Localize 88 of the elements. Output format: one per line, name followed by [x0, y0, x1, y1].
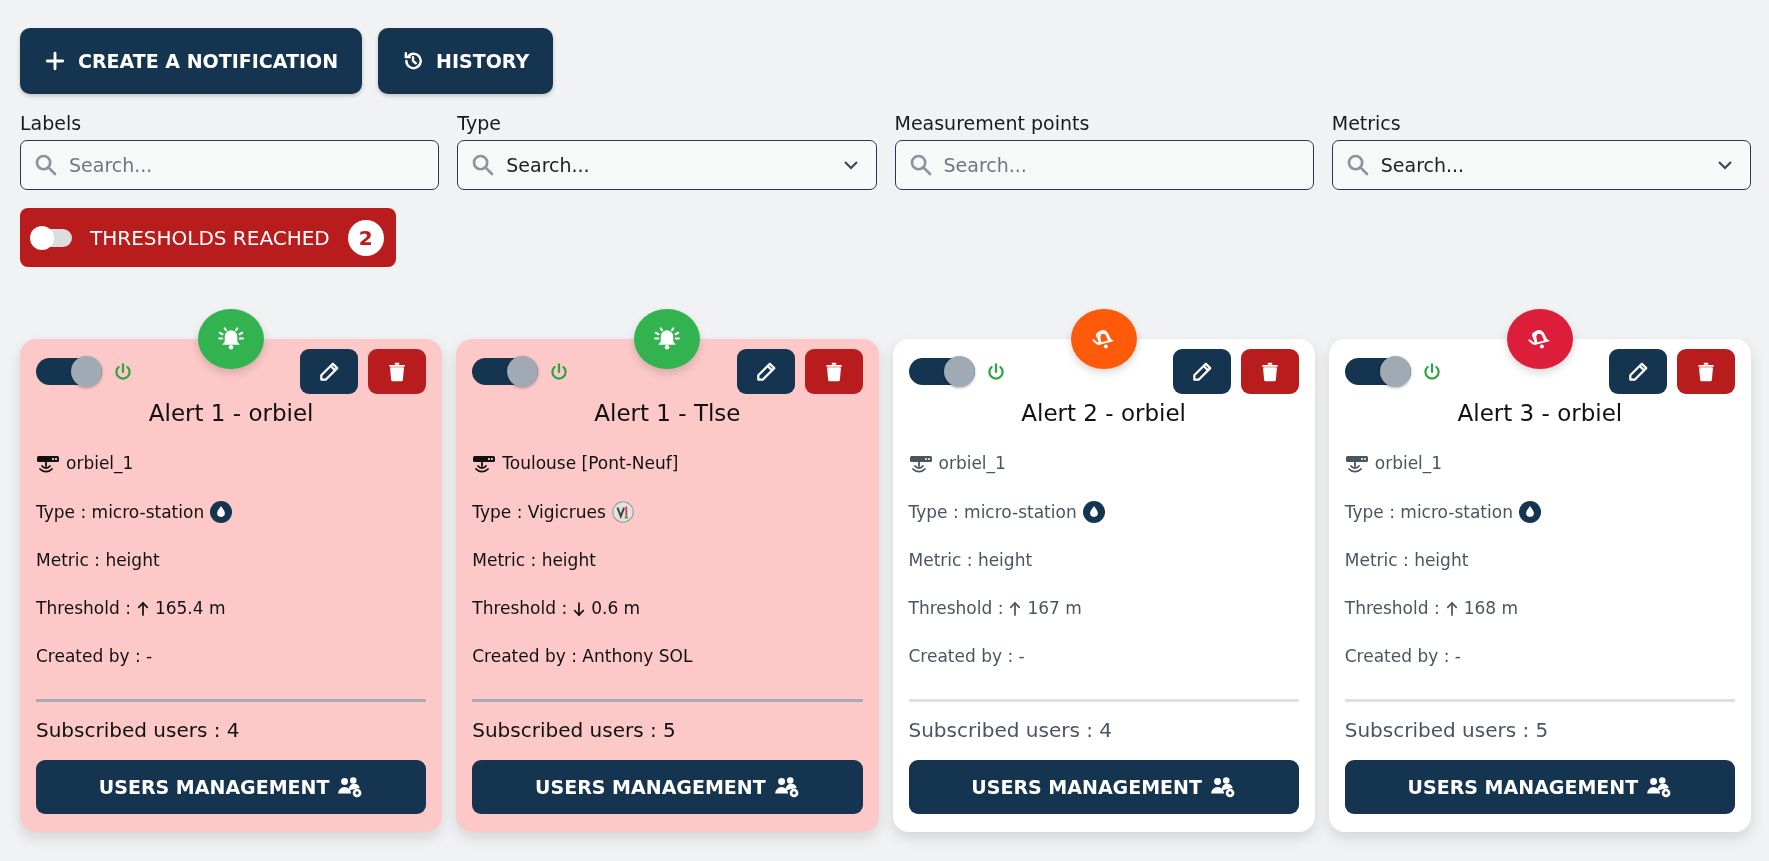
water-drop-icon [1082, 501, 1105, 523]
created-by-text: Created by : Anthony SOL [472, 646, 693, 667]
arrow-up-icon [136, 599, 149, 618]
station-name: Toulouse [Pont-Neuf] [502, 453, 679, 474]
subscribed-users-count: Subscribed users : 5 [1344, 718, 1550, 742]
threshold-label: Threshold : [1344, 598, 1440, 619]
type-text: Type : Vigicrues [472, 501, 606, 523]
search-icon [1345, 153, 1370, 177]
search-field[interactable]: Search... [894, 140, 1314, 190]
alert-title: Alert 1 - orbiel [147, 400, 315, 426]
threshold-label: Threshold : [908, 598, 1004, 619]
metric-text: Metric : height [36, 550, 160, 571]
arrow-up-icon [1009, 599, 1022, 618]
created-by-text: Created by : - [908, 646, 1025, 667]
edit-button[interactable] [1609, 349, 1667, 394]
metric-text: Metric : height [472, 550, 596, 571]
subscribed-users-count: Subscribed users : 4 [36, 718, 241, 742]
filter-label: Measurement points [894, 112, 1091, 134]
enable-toggle[interactable] [36, 358, 102, 385]
arrow-up-icon [1445, 599, 1458, 618]
threshold-value: 0.6 m [591, 598, 641, 619]
threshold-label: Threshold : [472, 598, 568, 619]
threshold-value: 165.4 m [154, 598, 226, 619]
filter-label: Type [457, 112, 502, 134]
metric-text: Metric : height [1344, 550, 1469, 571]
edit-button[interactable] [300, 349, 359, 394]
users-management-button[interactable]: USERS MANAGEMENT [1344, 760, 1735, 814]
arrow-down-icon [573, 599, 586, 618]
metric-text: Metric : height [908, 550, 1033, 571]
pencil-icon [754, 360, 777, 383]
alert-title: Alert 1 - Tlse [593, 400, 742, 426]
search-dropdown[interactable]: Search... [1331, 140, 1751, 190]
threshold-value: 167 m [1027, 598, 1082, 619]
sensor-icon [1344, 453, 1369, 474]
action-button[interactable]: HISTORY [378, 28, 554, 94]
station-name: orbiel_1 [66, 453, 134, 474]
alert-title: Alert 2 - orbiel [1020, 400, 1187, 426]
subscribed-users-count: Subscribed users : 5 [472, 718, 677, 742]
alert-title: Alert 3 - orbiel [1456, 400, 1624, 426]
threshold-label: Threshold : [36, 598, 131, 619]
action-button[interactable]: CREATE A NOTIFICATION [20, 28, 363, 94]
delete-button[interactable] [1240, 349, 1299, 394]
sensor-icon [908, 453, 933, 474]
search-field[interactable]: Search... [20, 140, 440, 190]
filter-label: Labels [20, 112, 83, 134]
delete-button[interactable] [804, 349, 863, 394]
sensor-icon [472, 453, 497, 474]
pencil-icon [318, 360, 341, 383]
enable-toggle[interactable] [472, 358, 539, 385]
users-management-button[interactable]: USERS MANAGEMENT [908, 760, 1299, 814]
users-gear-icon [337, 776, 364, 798]
sensor-icon [36, 453, 60, 474]
users-gear-icon [773, 776, 800, 798]
threshold-value: 168 m [1463, 598, 1519, 619]
history-icon [402, 50, 425, 72]
pencil-icon [1627, 360, 1649, 383]
users-management-button[interactable]: USERS MANAGEMENT [472, 760, 863, 814]
edit-button[interactable] [736, 349, 795, 394]
filter-label: Metrics [1331, 112, 1402, 134]
search-icon [908, 153, 933, 177]
count-badge: 2 [347, 219, 384, 256]
delete-button[interactable] [1677, 349, 1735, 394]
type-text: Type : micro-station [1344, 501, 1513, 523]
search-icon [471, 153, 496, 177]
enable-toggle[interactable] [908, 358, 975, 385]
edit-button[interactable] [1172, 349, 1231, 394]
users-gear-icon [1646, 776, 1673, 798]
enable-toggle[interactable] [1344, 358, 1411, 385]
users-management-button[interactable]: USERS MANAGEMENT [36, 760, 427, 814]
pencil-icon [1190, 360, 1213, 383]
water-drop-icon [1518, 501, 1541, 523]
plus-icon [44, 50, 66, 72]
delete-button[interactable] [368, 349, 427, 394]
search-icon [34, 153, 58, 177]
station-name: orbiel_1 [1374, 453, 1443, 474]
type-text: Type : micro-station [908, 501, 1077, 523]
vigicrues-logo-icon [611, 501, 634, 523]
type-text: Type : micro-station [36, 501, 205, 523]
station-name: orbiel_1 [938, 453, 1006, 474]
users-gear-icon [1209, 776, 1236, 798]
created-by-text: Created by : - [36, 646, 153, 667]
thresholds-reached-button[interactable]: THRESHOLDS REACHED 2 [20, 208, 396, 267]
search-dropdown[interactable]: Search... [457, 140, 877, 190]
power-icon [112, 360, 134, 383]
trash-icon [1695, 360, 1717, 383]
water-drop-icon [210, 501, 233, 523]
created-by-text: Created by : - [1344, 646, 1461, 667]
subscribed-users-count: Subscribed users : 4 [908, 718, 1114, 742]
